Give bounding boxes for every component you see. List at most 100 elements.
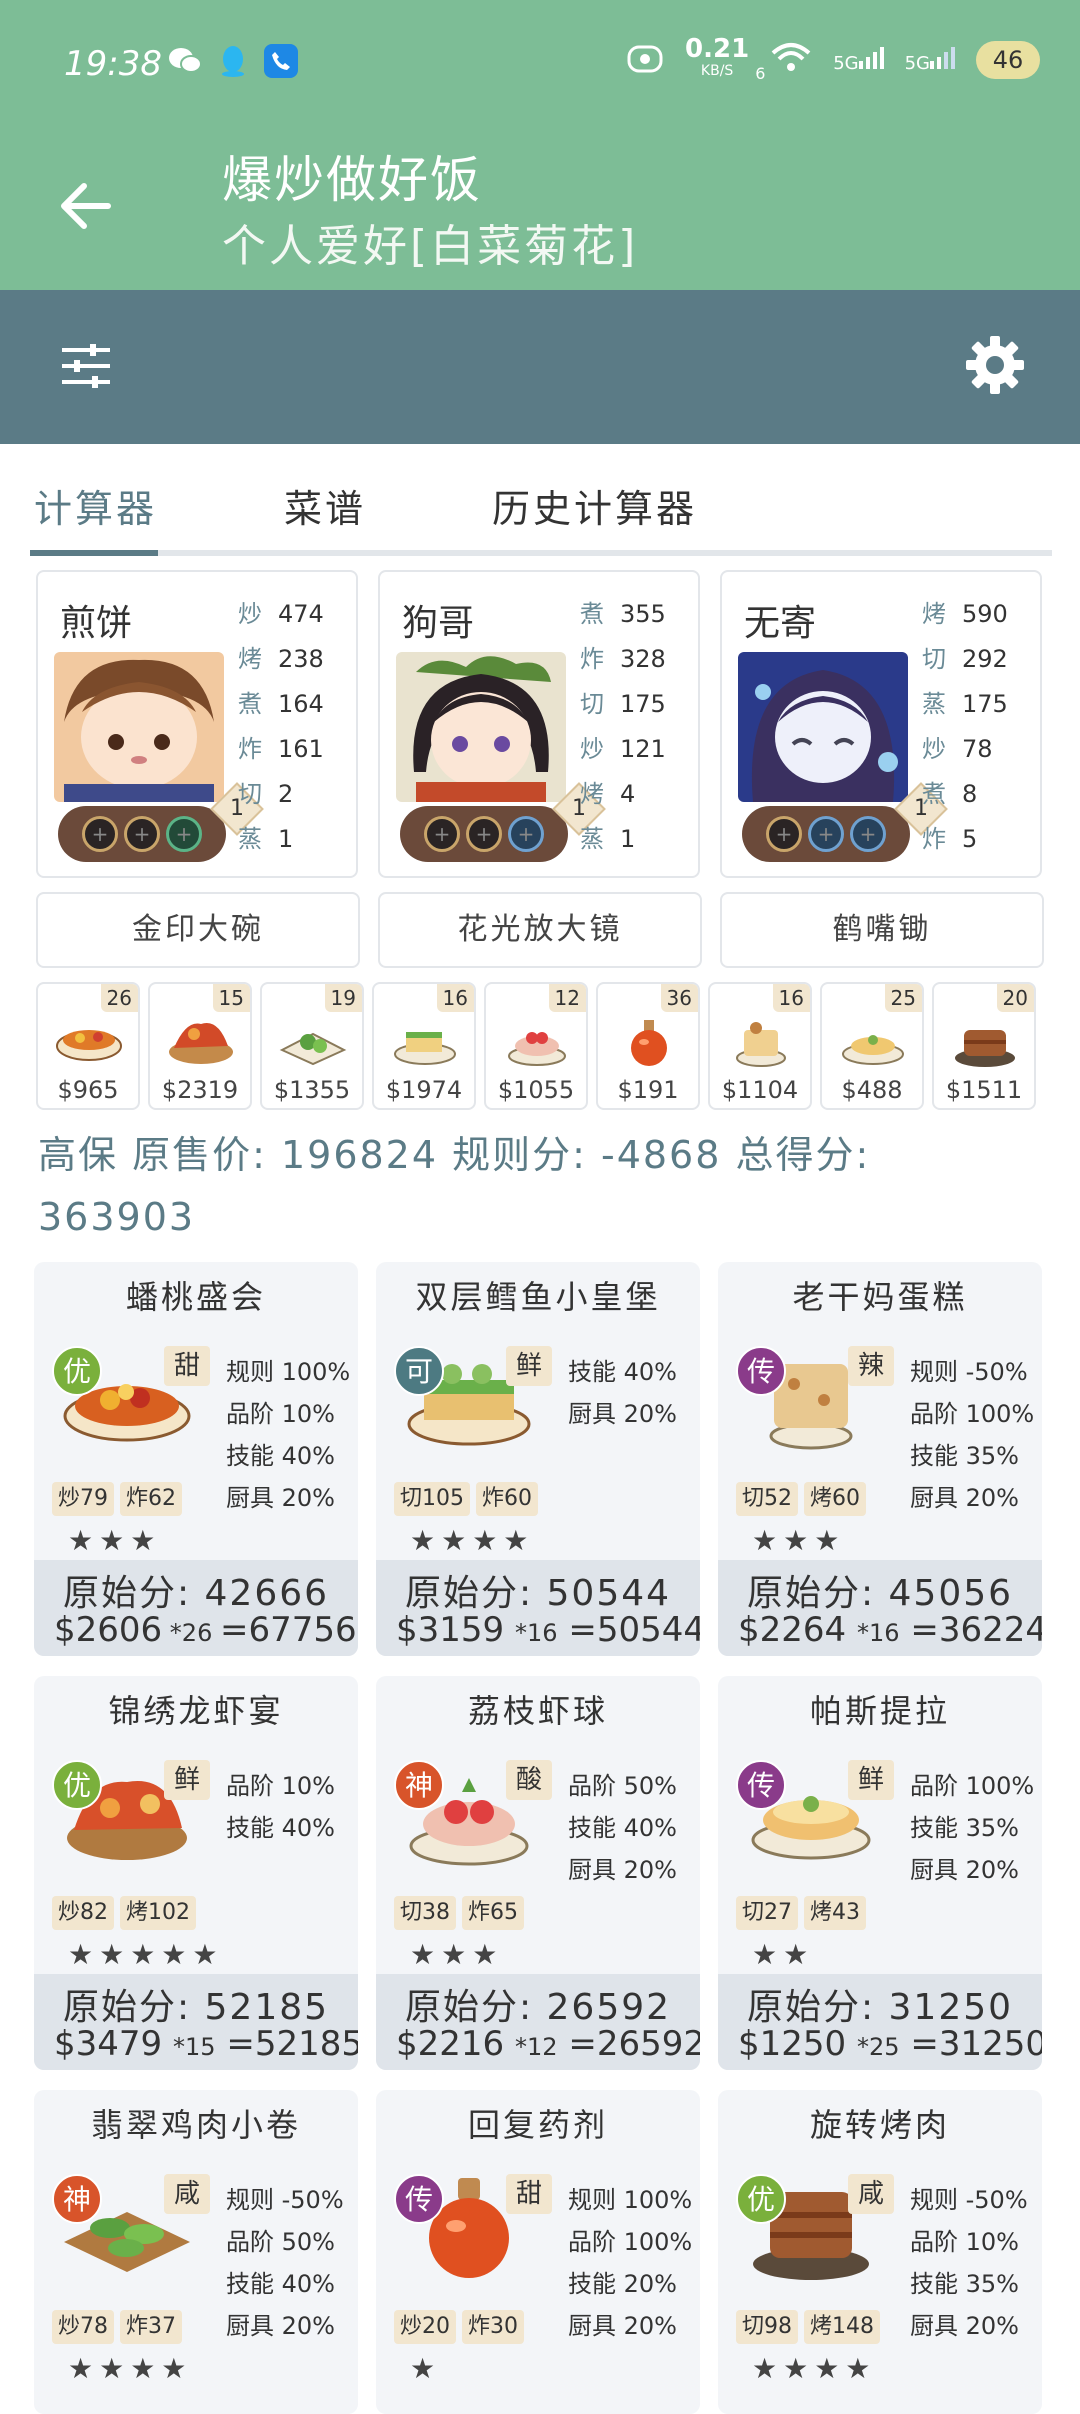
rank-badge: 可: [394, 1346, 444, 1396]
app-header: 19:38 0.21 KB/S 6 5G 5G 46 爆炒做好饭 个人爱好[白菜…: [0, 0, 1080, 290]
slot-icon[interactable]: +: [808, 816, 844, 852]
star-rating: ★★★★: [752, 2352, 877, 2385]
bonus-list: 品阶 100% 技能 35% 厨具 20%: [910, 1772, 1035, 1884]
recipe-card[interactable]: 帕斯提拉 传 鲜 品阶 100% 技能 35% 厨具 20% 切27 烤43 ★★ …: [718, 1676, 1042, 2070]
flavor-tag: 酸: [506, 1760, 552, 1800]
price-calc: $3159 *16 =50544: [396, 1610, 700, 1650]
slot-icon[interactable]: +: [766, 816, 802, 852]
recipe-card[interactable]: 旋转烤肉 优 咸 规则 -50% 品阶 10% 技能 35% 厨具 20% 切98 烤…: [718, 2090, 1042, 2414]
rank-badge: 优: [52, 1346, 102, 1396]
dish-quantity: 26: [100, 984, 138, 1012]
tab-calculator[interactable]: 计算器: [34, 478, 157, 533]
star-rating: ★★★: [752, 1524, 846, 1557]
raw-score: 原始分: 52185: [62, 1987, 330, 2028]
back-arrow-icon[interactable]: [56, 176, 116, 236]
dish-tile[interactable]: 19 $1355: [260, 982, 364, 1110]
slot-icon[interactable]: +: [466, 816, 502, 852]
recipe-name: 旋转烤肉: [809, 2106, 950, 2144]
dish-tile[interactable]: 36 $191: [596, 982, 700, 1110]
skill-requirements: 炒79 炸62: [52, 1482, 183, 1516]
dish-tile[interactable]: 15 $2319: [148, 982, 252, 1110]
flavor-tag: 辣: [848, 1346, 894, 1386]
recipe-card[interactable]: 回复药剂 传 甜 规则 100% 品阶 100% 技能 20% 厨具 20% 炒20 …: [376, 2090, 700, 2414]
equipment-slot[interactable]: 金印大碗: [36, 892, 360, 968]
star-rating: ★★★: [68, 1524, 162, 1557]
flavor-tag: 咸: [848, 2174, 894, 2214]
slot-icon[interactable]: +: [424, 816, 460, 852]
dish-price: $1055: [497, 1076, 575, 1104]
dish-quantity: 19: [324, 984, 362, 1012]
recipe-name: 锦绣龙虾宴: [108, 1692, 284, 1730]
bonus-list: 品阶 10% 技能 40%: [226, 1772, 335, 1842]
recipe-card[interactable]: 锦绣龙虾宴 优 鲜 品阶 10% 技能 40% 炒82 烤102 ★★★★★ 原始…: [34, 1676, 358, 2070]
tab-history[interactable]: 历史计算器: [492, 478, 697, 533]
page-title: 爆炒做好饭: [222, 151, 482, 209]
recipe-card[interactable]: 双层鳕鱼小皇堡 可 鲜 技能 40% 厨具 20% 切105 炸60 ★★★★ 原…: [376, 1262, 700, 1656]
chef-skills: 烤 590 切 292 蒸 175 炒 78 煮8 炸5: [922, 600, 1008, 853]
tab-bar: 计算器 菜谱 历史计算器: [30, 444, 1052, 556]
rank-badge: 传: [736, 1346, 786, 1396]
dish-image: [279, 1032, 347, 1066]
chef-card[interactable]: 狗哥 + + + 1 煮 355 炸 328 切 175 炒 121 烤4 蒸1: [378, 570, 700, 878]
rank-badge: 优: [736, 2174, 786, 2224]
slot-icon[interactable]: +: [82, 816, 118, 852]
rank-badge: 神: [394, 1760, 444, 1810]
equipment-slot[interactable]: 鹤嘴锄: [720, 892, 1044, 968]
skill-requirements: 炒78 炸37: [52, 2310, 183, 2344]
recipe-card[interactable]: 翡翠鸡肉小卷 神 咸 规则 -50% 品阶 50% 技能 40% 厨具 20% 炒78…: [34, 2090, 358, 2414]
dish-tile[interactable]: 12 $1055: [484, 982, 588, 1110]
alarm-icon: [625, 41, 665, 79]
chef-skills: 炒 474 烤 238 煮 164 炸 161 切2 蒸1: [238, 600, 324, 853]
dish-tile[interactable]: 26 $965: [36, 982, 140, 1110]
chef-card[interactable]: 煎饼 + + + 1 炒 474 烤 238 煮 164 炸 161 切2 蒸1: [36, 570, 358, 878]
tab-recipes[interactable]: 菜谱: [284, 478, 366, 533]
skill-requirements: 切27 烤43: [736, 1896, 867, 1930]
equipment-slot[interactable]: 花光放大镜: [378, 892, 702, 968]
filter-sliders-icon[interactable]: [58, 338, 114, 394]
rank-badge: 传: [394, 2174, 444, 2224]
star-rating: ★★★★: [410, 1524, 535, 1557]
chef-card[interactable]: 无寄 + + + 1 烤 590 切 292 蒸 175 炒 78 煮8 炸5: [720, 570, 1042, 878]
dish-tile[interactable]: 16 $1974: [372, 982, 476, 1110]
dish-tile[interactable]: 25 $488: [820, 982, 924, 1110]
slot-icon[interactable]: +: [850, 816, 886, 852]
score-box: 原始分: 42666 $2606 *26 =67756: [34, 1560, 358, 1656]
recipe-name: 蟠桃盛会: [125, 1278, 266, 1316]
recipe-card[interactable]: 蟠桃盛会 优 甜 规则 100% 品阶 10% 技能 40% 厨具 20% 炒79 炸…: [34, 1262, 358, 1656]
dish-image: [56, 1030, 122, 1061]
rank-badge: 传: [736, 1760, 786, 1810]
dish-tile[interactable]: 20 $1511: [932, 982, 1036, 1110]
score-summary: 高保 原售价: 196824 规则分: -4868 总得分: 363903: [38, 1133, 871, 1239]
dish-image: [631, 1020, 667, 1066]
slot-icon[interactable]: +: [124, 816, 160, 852]
star-rating: ★★★★: [68, 2352, 193, 2385]
score-box: 原始分: 45056 $2264 *16 =36224: [718, 1560, 1042, 1656]
price-calc: $2606 *26 =67756: [54, 1610, 357, 1650]
recipe-name: 荔枝虾球: [467, 1692, 608, 1730]
score-box: 原始分: 52185 $3479 *15 =52185: [34, 1974, 358, 2070]
skill-requirements: 炒20 炸30: [394, 2310, 525, 2344]
dish-price: $488: [841, 1076, 903, 1104]
dish-quantity: 12: [548, 984, 586, 1012]
flavor-tag: 鲜: [164, 1760, 210, 1800]
bonus-list: 技能 40% 厨具 20%: [568, 1358, 677, 1428]
signal-2: 5G: [905, 46, 956, 74]
recipe-card[interactable]: 荔枝虾球 神 酸 品阶 50% 技能 40% 厨具 20% 切38 炸65 ★★★ …: [376, 1676, 700, 2070]
recipe-card[interactable]: 老干妈蛋糕 传 辣 规则 -50% 品阶 100% 技能 35% 厨具 20% 切52…: [718, 1262, 1042, 1656]
phone-icon: [264, 44, 298, 78]
raw-score: 原始分: 31250: [746, 1987, 1014, 2028]
gear-icon[interactable]: [962, 332, 1028, 398]
chef-slots: + + +: [58, 806, 226, 862]
dish-quantity: 16: [436, 984, 474, 1012]
bonus-list: 规则 100% 品阶 10% 技能 40% 厨具 20%: [226, 1358, 351, 1512]
qq-icon: [216, 44, 250, 78]
bonus-list: 品阶 50% 技能 40% 厨具 20%: [568, 1772, 677, 1884]
dish-tile[interactable]: 16 $1104: [708, 982, 812, 1110]
raw-score: 原始分: 26592: [404, 1987, 672, 2028]
slot-icon[interactable]: +: [166, 816, 202, 852]
score-box: 原始分: 31250 $1250 *25 =31250: [718, 1974, 1042, 2070]
slot-icon[interactable]: +: [508, 816, 544, 852]
dish-image: [169, 1022, 233, 1064]
wifi-icon: 6: [755, 39, 813, 83]
flavor-tag: 甜: [164, 1346, 210, 1386]
